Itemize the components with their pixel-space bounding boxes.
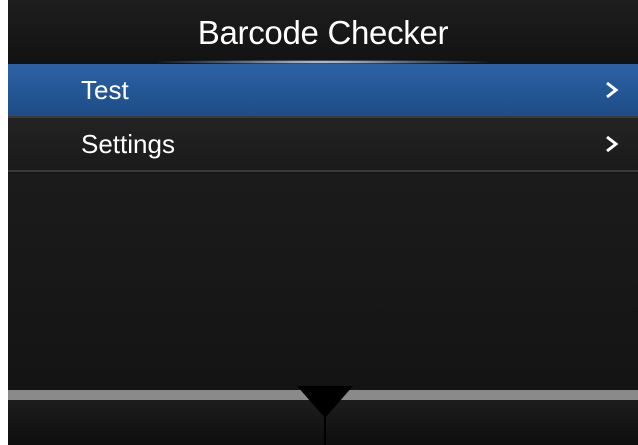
menu-item-settings[interactable]: Settings bbox=[8, 118, 638, 170]
empty-list-area bbox=[8, 174, 638, 390]
title-bar: Barcode Checker bbox=[8, 0, 638, 64]
lcd-screen: Barcode Checker Test Settings bbox=[8, 0, 638, 445]
chevron-right-icon bbox=[606, 81, 619, 99]
down-arrow-icon[interactable] bbox=[297, 386, 353, 418]
menu-item-test[interactable]: Test bbox=[8, 64, 638, 116]
menu-item-label: Settings bbox=[81, 129, 175, 159]
softkey-left[interactable] bbox=[8, 400, 324, 445]
chevron-right-icon bbox=[606, 135, 619, 153]
menu-divider bbox=[8, 170, 638, 172]
softkey-right[interactable] bbox=[326, 400, 638, 445]
page-title: Barcode Checker bbox=[197, 14, 449, 51]
menu-item-label: Test bbox=[81, 75, 129, 105]
